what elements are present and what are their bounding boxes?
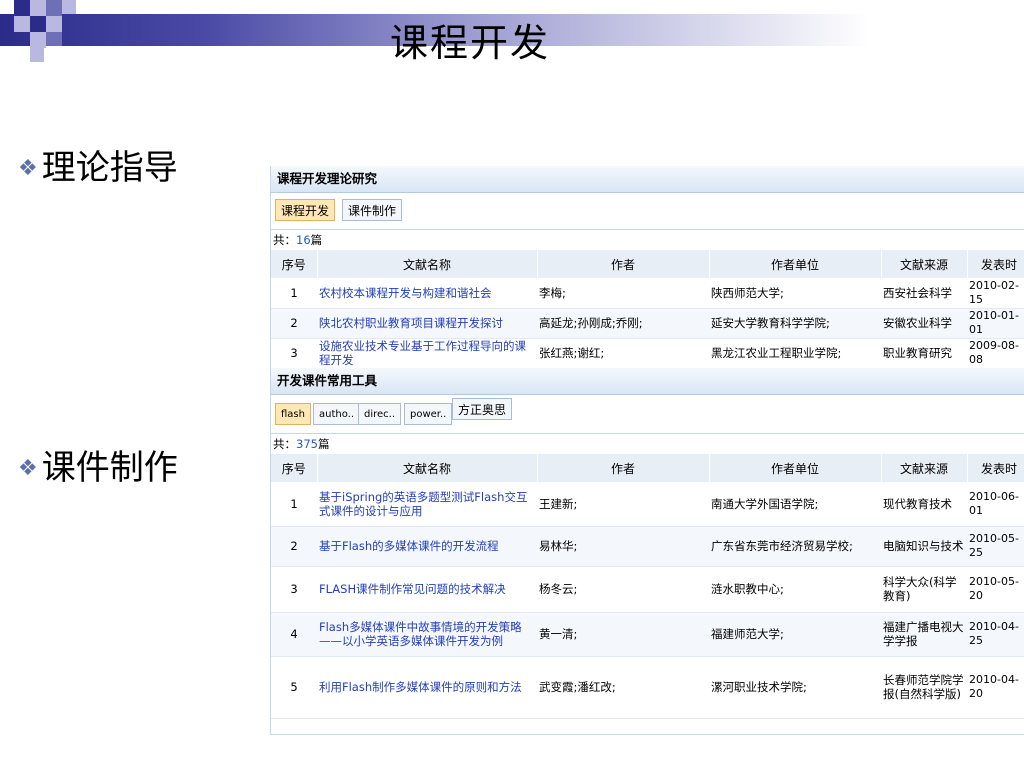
count-number[interactable]: 16	[296, 233, 311, 247]
bullet-label: 理论指导	[41, 148, 178, 188]
results-table: 序号 文献名称 作者 作者单位 文献来源 发表时 1 基于iSpring的英语多…	[271, 454, 1024, 719]
tab-course-development[interactable]: 课程开发	[275, 199, 336, 221]
article-link[interactable]: FLASH课件制作常见问题的技术解决	[319, 582, 506, 596]
column-header[interactable]: 发表时	[967, 454, 1024, 482]
column-header[interactable]: 作者单位	[709, 454, 882, 482]
column-header[interactable]: 文献来源	[881, 250, 968, 278]
tab-director[interactable]: direc..	[358, 403, 402, 425]
table-row: 3 设施农业技术专业基于工作过程导向的课程开发 张红燕;谢红; 黑龙江农业工程职…	[271, 338, 1024, 368]
article-link[interactable]: 基于iSpring的英语多题型测试Flash交互式课件的设计与应用	[319, 490, 527, 518]
count-number[interactable]: 375	[296, 437, 318, 451]
bullet-theory: ❖ 理论指导	[18, 140, 178, 189]
column-header[interactable]: 序号	[271, 454, 318, 482]
tab-bar: 课程开发 课件制作	[271, 193, 1024, 230]
table-row: 4 Flash多媒体课件中故事情境的开发策略——以小学英语多媒体课件开发为例 黄…	[271, 612, 1024, 657]
bullet-label: 课件制作	[41, 448, 178, 488]
tool-tab-bar: flash autho.. direc.. power.. 方正奥思	[271, 395, 1024, 434]
slide-title: 课程开发	[389, 21, 550, 65]
tools-panel: 开发课件常用工具 flash autho.. direc.. power.. 方…	[270, 368, 1024, 735]
panel-title: 开发课件常用工具	[271, 368, 1024, 395]
article-link[interactable]: 基于Flash的多媒体课件的开发流程	[319, 539, 499, 553]
tab-flash[interactable]: flash	[275, 403, 311, 425]
article-link[interactable]: 陕北农村职业教育项目课程开发探讨	[319, 316, 503, 330]
results-table: 序号 文献名称 作者 作者单位 文献来源 发表时 1 农村校本课程开发与构建和谐…	[271, 250, 1024, 368]
column-header[interactable]: 作者	[537, 454, 710, 482]
table-row: 3 FLASH课件制作常见问题的技术解决 杨冬云; 涟水职教中心; 科学大众(科…	[271, 566, 1024, 613]
table-row: 1 基于iSpring的英语多题型测试Flash交互式课件的设计与应用 王建新;…	[271, 482, 1024, 527]
table-row: 2 基于Flash的多媒体课件的开发流程 易林华; 广东省东莞市经济贸易学校; …	[271, 526, 1024, 567]
column-header[interactable]: 文献名称	[317, 250, 538, 278]
panel-title: 课程开发理论研究	[271, 166, 1024, 193]
bullet-courseware: ❖ 课件制作	[18, 440, 178, 489]
column-header[interactable]: 文献名称	[317, 454, 538, 482]
tab-courseware[interactable]: 课件制作	[342, 199, 403, 221]
table-row: 5 利用Flash制作多媒体课件的原则和方法 武变霞;潘红改; 漯河职业技术学院…	[271, 656, 1024, 719]
article-link[interactable]: Flash多媒体课件中故事情境的开发策略——以小学英语多媒体课件开发为例	[319, 620, 522, 648]
column-header[interactable]: 序号	[271, 250, 318, 278]
column-header[interactable]: 作者单位	[709, 250, 882, 278]
tab-founder-author[interactable]: 方正奥思	[452, 398, 513, 420]
theory-panel: 课程开发理论研究 课程开发 课件制作 共：16篇 序号 文献名称 作者 作者单位…	[270, 166, 1024, 368]
article-link[interactable]: 利用Flash制作多媒体课件的原则和方法	[319, 680, 522, 694]
column-header[interactable]: 发表时	[967, 250, 1024, 278]
column-header[interactable]: 作者	[537, 250, 710, 278]
article-link[interactable]: 农村校本课程开发与构建和谐社会	[319, 286, 492, 300]
table-row: 1 农村校本课程开发与构建和谐社会 李梅; 陕西师范大学; 西安社会科学 201…	[271, 278, 1024, 309]
result-count: 共：375篇	[273, 437, 330, 451]
diamond-bullet-icon: ❖	[18, 156, 38, 181]
column-header[interactable]: 文献来源	[881, 454, 968, 482]
tab-authorware[interactable]: autho..	[313, 403, 361, 425]
table-row: 2 陕北农村职业教育项目课程开发探讨 高延龙;孙刚成;乔刚; 延安大学教育科学学…	[271, 308, 1024, 339]
result-count: 共：16篇	[273, 233, 323, 247]
tab-powerpoint[interactable]: power..	[404, 403, 453, 425]
diamond-bullet-icon: ❖	[18, 456, 38, 481]
article-link[interactable]: 设施农业技术专业基于工作过程导向的课程开发	[319, 339, 526, 367]
